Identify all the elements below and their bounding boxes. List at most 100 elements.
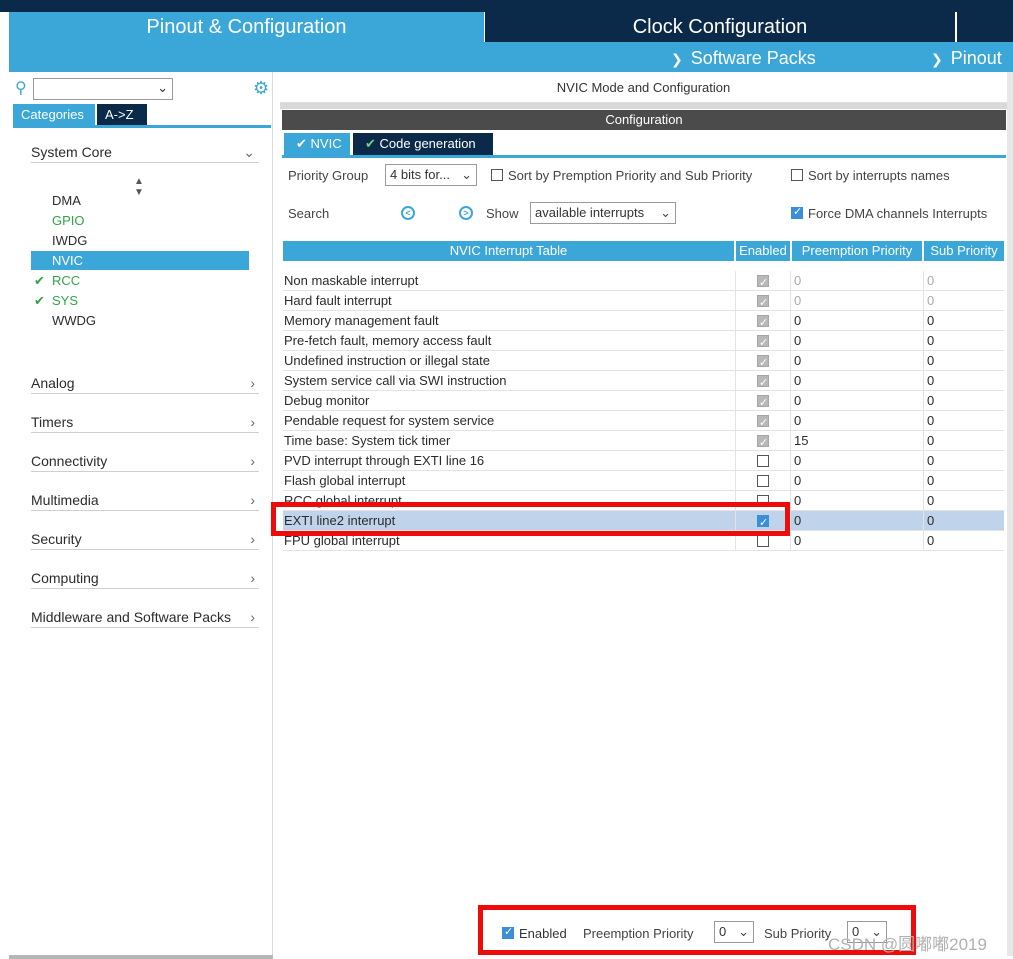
enabled-checkbox[interactable] — [757, 475, 769, 487]
enabled-checkbox — [757, 413, 769, 433]
show-select[interactable]: available interrupts ⌄ — [530, 202, 676, 224]
search-input[interactable]: ⌄ — [33, 78, 173, 100]
priority-group-select[interactable]: 4 bits for... ⌄ — [385, 164, 477, 186]
group-label: Connectivity — [31, 453, 108, 469]
sidebar-item-wwdg[interactable]: WWDG — [31, 311, 249, 330]
group-middleware[interactable]: Middleware and Software Packs › — [31, 606, 259, 628]
table-row[interactable]: Debug monitor 00 — [283, 391, 1004, 413]
group-label: Middleware and Software Packs — [31, 609, 231, 625]
sub-priority-cell[interactable]: 0 — [923, 451, 1004, 471]
preemption-priority-cell[interactable]: 0 — [790, 371, 922, 391]
group-timers[interactable]: Timers › — [31, 411, 259, 433]
preemption-priority-cell[interactable]: 0 — [790, 351, 922, 371]
tab-nvic[interactable]: ✔ NVIC — [284, 133, 350, 155]
table-row[interactable]: System service call via SWI instruction 0… — [283, 371, 1004, 393]
main-scrollbar[interactable] — [1007, 72, 1013, 956]
group-computing[interactable]: Computing › — [31, 567, 259, 589]
tab-pinout-configuration[interactable]: Pinout & Configuration — [9, 12, 484, 42]
column-header-sub-priority[interactable]: Sub Priority — [924, 241, 1004, 261]
column-header-enabled[interactable]: Enabled — [736, 241, 790, 261]
table-row[interactable]: Non maskable interrupt 00 — [283, 271, 1004, 293]
preemption-priority-cell[interactable]: 0 — [790, 311, 922, 331]
column-header-name[interactable]: NVIC Interrupt Table — [283, 241, 734, 261]
sidebar-item-dma[interactable]: DMA — [31, 191, 249, 210]
sub-priority-cell[interactable]: 0 — [923, 391, 1004, 411]
sort-names-checkbox[interactable] — [791, 169, 803, 181]
enabled-checkbox — [757, 293, 769, 313]
sub-priority-cell[interactable]: 0 — [923, 291, 1004, 311]
sub-priority-cell[interactable]: 0 — [923, 331, 1004, 351]
chevron-down-icon[interactable]: ⌄ — [157, 80, 168, 96]
sub-priority-cell[interactable]: 0 — [923, 311, 1004, 331]
pinout-menu[interactable]: ❯ Pinout — [931, 42, 1002, 75]
sidebar-item-rcc[interactable]: ✔ RCC — [31, 271, 249, 290]
software-packs-label: Software Packs — [690, 48, 816, 68]
table-row[interactable]: Pre-fetch fault, memory access fault 00 — [283, 331, 1004, 353]
preemption-priority-cell[interactable]: 0 — [790, 451, 922, 471]
group-system-core[interactable]: System Core ⌄ — [31, 141, 259, 163]
enabled-cell — [735, 391, 789, 413]
enabled-checkbox[interactable] — [757, 535, 769, 547]
table-row[interactable]: Flash global interrupt 0 0 — [283, 471, 1004, 491]
sidebar-item-label: RCC — [52, 273, 81, 288]
table-row[interactable]: PVD interrupt through EXTI line 16 0 0 — [283, 451, 1004, 471]
preemption-priority-cell[interactable]: 0 — [790, 411, 922, 431]
sub-priority-cell[interactable]: 0 — [923, 371, 1004, 391]
sidebar-item-gpio[interactable]: GPIO — [31, 211, 249, 230]
chevron-down-icon: ❯ — [931, 51, 943, 67]
group-multimedia[interactable]: Multimedia › — [31, 489, 259, 511]
group-analog[interactable]: Analog › — [31, 372, 259, 394]
sub-priority-cell[interactable]: 0 — [923, 271, 1004, 291]
table-row[interactable]: Memory management fault 00 — [283, 311, 1004, 333]
preemption-priority-cell[interactable]: 0 — [790, 331, 922, 351]
column-header-preemption[interactable]: Preemption Priority — [792, 241, 922, 261]
table-row[interactable]: Hard fault interrupt 00 — [283, 291, 1004, 313]
sub-priority-cell[interactable]: 0 — [923, 471, 1004, 491]
enabled-checkbox — [757, 353, 769, 373]
tab-code-generation[interactable]: ✔ Code generation — [353, 133, 493, 155]
enabled-checkbox[interactable] — [757, 455, 769, 467]
sub-priority-cell[interactable]: 0 — [923, 411, 1004, 431]
table-row[interactable]: Undefined instruction or illegal state 00 — [283, 351, 1004, 373]
sub-priority-cell[interactable]: 0 — [923, 531, 1004, 551]
preemption-priority-cell[interactable]: 0 — [790, 291, 922, 311]
preemption-priority-cell[interactable]: 0 — [790, 271, 922, 291]
search-next-icon[interactable]: > — [459, 206, 473, 220]
gear-icon[interactable]: ⚙ — [253, 78, 269, 98]
table-row[interactable]: Pendable request for system service 00 — [283, 411, 1004, 433]
enabled-cell — [735, 451, 789, 471]
preemption-priority-cell[interactable]: 0 — [790, 511, 922, 531]
sidebar: ⚲ ⌄ ⚙ Categories A->Z System Core ⌄ ▲ ▼ D… — [9, 72, 273, 956]
table-row[interactable]: Time base: System tick timer 150 — [283, 431, 1004, 453]
preemption-priority-cell[interactable]: 15 — [790, 431, 922, 451]
sidebar-item-label: IWDG — [52, 233, 88, 248]
tab-a-to-z[interactable]: A->Z — [97, 104, 147, 125]
sub-priority-cell[interactable]: 0 — [923, 351, 1004, 371]
tab-clock-configuration[interactable]: Clock Configuration — [485, 12, 955, 42]
group-label: Computing — [31, 570, 99, 586]
tab-categories[interactable]: Categories — [13, 104, 95, 125]
sidebar-item-nvic[interactable]: NVIC — [31, 251, 249, 270]
tab-more[interactable] — [957, 12, 1013, 42]
group-security[interactable]: Security › — [31, 528, 259, 550]
sub-priority-cell[interactable]: 0 — [923, 431, 1004, 451]
search-previous-icon[interactable]: < — [401, 206, 415, 220]
sidebar-item-label: GPIO — [52, 213, 85, 228]
sidebar-item-sys[interactable]: ✔ SYS — [31, 291, 249, 310]
highlight-box-exti-row — [271, 502, 790, 536]
group-connectivity[interactable]: Connectivity › — [31, 450, 259, 472]
software-packs-menu[interactable]: ❯ Software Packs — [671, 42, 816, 75]
preemption-priority-cell[interactable]: 0 — [790, 391, 922, 411]
force-dma-checkbox[interactable] — [791, 205, 803, 219]
preemption-priority-cell[interactable]: 0 — [790, 471, 922, 491]
sub-priority-cell[interactable]: 0 — [923, 491, 1004, 511]
preemption-priority-cell[interactable]: 0 — [790, 531, 922, 551]
sidebar-item-label: DMA — [52, 193, 81, 208]
sub-priority-cell[interactable]: 0 — [923, 511, 1004, 531]
interrupt-name: Pendable request for system service — [284, 413, 495, 428]
enabled-cell — [735, 371, 789, 393]
preemption-priority-cell[interactable]: 0 — [790, 491, 922, 511]
sort-preemption-checkbox[interactable] — [491, 169, 503, 181]
chevron-right-icon: › — [250, 375, 255, 391]
sidebar-item-iwdg[interactable]: IWDG — [31, 231, 249, 250]
